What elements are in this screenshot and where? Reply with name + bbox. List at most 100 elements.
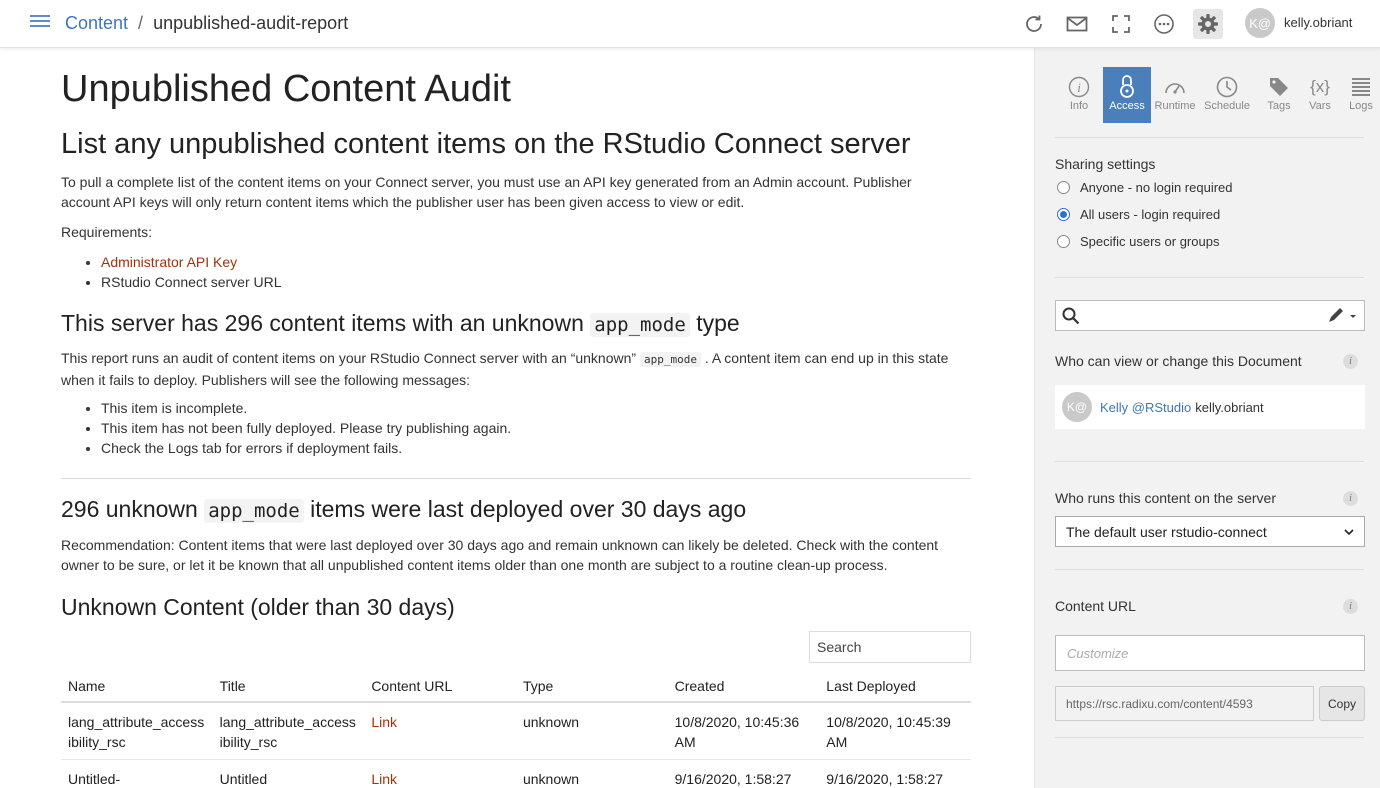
cell-name: lang_attribute_accessibility_rsc [61, 702, 213, 760]
messages-list: This item is incomplete. This item has n… [101, 398, 511, 458]
viewer-username: kelly.obriant [1195, 399, 1264, 415]
column-header[interactable]: Type [515, 668, 668, 703]
settings-sidebar: i Info Access Runtime Schedule Tags {x} … [1034, 48, 1380, 788]
runas-select[interactable]: The default user rstudio-connect [1055, 516, 1365, 547]
column-header[interactable]: Name [61, 668, 213, 703]
divider [1055, 461, 1364, 462]
list-item[interactable]: Administrator API Key [101, 252, 282, 272]
page-title: Unpublished Content Audit [61, 68, 511, 110]
list-item: This item has not been fully deployed. P… [101, 418, 511, 438]
document-pane: Unpublished Content Audit List any unpub… [0, 48, 1034, 788]
tag-icon [1268, 74, 1290, 100]
cell-name: Untitled- [61, 759, 213, 788]
cell-last-deployed: 10/8/2020, 10:45:39 AM [819, 702, 971, 760]
username[interactable]: kelly.obriant [1284, 15, 1352, 30]
cell-last-deployed: 9/16/2020, 1:58:27 [819, 759, 971, 788]
tab-vars[interactable]: {x} Vars [1303, 67, 1337, 123]
table-header-row: Name Title Content URL Type Created Last… [61, 668, 971, 703]
mail-icon[interactable] [1063, 10, 1091, 38]
avatar[interactable]: K@ [1245, 8, 1275, 38]
avatar: K@ [1062, 392, 1092, 422]
sharing-settings-label: Sharing settings [1055, 156, 1156, 172]
tab-info[interactable]: i Info [1055, 67, 1103, 123]
radio-button[interactable] [1057, 208, 1070, 221]
lock-icon [1119, 74, 1135, 100]
column-header[interactable]: Created [667, 668, 820, 703]
divider [1055, 569, 1364, 570]
pencil-dropdown-icon[interactable] [1326, 306, 1358, 326]
column-header[interactable]: Title [212, 668, 365, 703]
svg-text:i: i [1077, 80, 1081, 95]
content-url-field[interactable]: https://rsc.radixu.com/content/4593 [1055, 686, 1314, 721]
tab-logs[interactable]: Logs [1337, 67, 1380, 123]
column-header[interactable]: Last Deployed [819, 668, 971, 703]
info-icon: i [1068, 74, 1090, 100]
content-link[interactable]: Link [371, 771, 397, 787]
viewer-row[interactable]: K@ Kelly @RStudio kelly.obriant [1055, 385, 1365, 429]
tab-tags[interactable]: Tags [1255, 67, 1303, 123]
breadcrumb-content-link[interactable]: Content [65, 13, 128, 33]
radio-button[interactable] [1057, 181, 1070, 194]
customize-url-input[interactable] [1055, 635, 1365, 671]
tab-runtime[interactable]: Runtime [1151, 67, 1199, 123]
refresh-icon[interactable] [1020, 10, 1048, 38]
sharing-option-specific[interactable]: Specific users or groups [1057, 234, 1219, 249]
section-heading: List any unpublished content items on th… [61, 128, 911, 160]
list-item: Check the Logs tab for errors if deploym… [101, 438, 511, 458]
divider [1055, 737, 1364, 738]
search-icon [1062, 307, 1080, 325]
requirements-label: Requirements: [61, 224, 153, 240]
tab-schedule[interactable]: Schedule [1199, 67, 1255, 123]
gear-icon[interactable] [1193, 9, 1223, 39]
chevron-down-icon [1344, 528, 1354, 535]
sharing-option-anyone[interactable]: Anyone - no login required [1057, 180, 1233, 195]
more-icon[interactable] [1150, 10, 1178, 38]
admin-api-key-link[interactable]: Administrator API Key [101, 254, 237, 270]
cell-created: 9/16/2020, 1:58:27 [667, 759, 820, 788]
cell-type: unknown [515, 759, 668, 788]
recommendation-paragraph: Recommendation: Content items that were … [61, 537, 939, 573]
top-bar: Content / unpublished-audit-report K@ kell… [0, 0, 1380, 48]
divider [61, 478, 971, 479]
audit-paragraph: This report runs an audit of content ite… [61, 350, 949, 388]
content-table: Name Title Content URL Type Created Last… [61, 668, 971, 788]
user-search-input[interactable] [1055, 300, 1365, 331]
table-row: lang_attribute_accessibility_rsc lang_at… [61, 702, 971, 760]
column-header[interactable]: Content URL [364, 668, 516, 703]
cell-url: Link [364, 759, 516, 788]
clock-icon [1215, 74, 1239, 100]
info-icon[interactable]: i [1343, 491, 1358, 506]
requirements-list: Administrator API Key RStudio Connect se… [101, 252, 282, 292]
speedometer-icon [1163, 74, 1187, 100]
copy-button[interactable]: Copy [1319, 686, 1365, 721]
runas-label: Who runs this content on the server [1055, 490, 1276, 506]
cell-title: lang_attribute_accessibility_rsc [212, 702, 365, 760]
logs-icon [1352, 74, 1370, 100]
viewer-name[interactable]: Kelly @RStudio [1100, 400, 1191, 415]
cell-created: 10/8/2020, 10:45:36 AM [667, 702, 820, 760]
tab-access[interactable]: Access [1103, 67, 1151, 123]
section-heading: This server has 296 content items with a… [61, 310, 740, 337]
cell-url: Link [364, 702, 516, 760]
settings-tabs: i Info Access Runtime Schedule Tags {x} … [1055, 67, 1380, 123]
table-row: Untitled- Untitled Link unknown 9/16/202… [61, 759, 971, 788]
sharing-option-all-users[interactable]: All users - login required [1057, 207, 1220, 222]
divider [1055, 277, 1364, 278]
cell-type: unknown [515, 702, 668, 760]
menu-icon[interactable] [30, 15, 50, 31]
info-icon[interactable]: i [1343, 599, 1358, 614]
info-icon[interactable]: i [1343, 354, 1358, 369]
cell-title: Untitled [212, 759, 365, 788]
table-heading: Unknown Content (older than 30 days) [61, 594, 455, 620]
breadcrumb-separator: / [138, 13, 144, 33]
search-input[interactable] [809, 631, 971, 663]
content-url-label: Content URL [1055, 598, 1136, 614]
section-heading: 296 unknown app_mode items were last dep… [61, 496, 747, 523]
variable-icon: {x} [1310, 77, 1330, 96]
fullscreen-icon[interactable] [1107, 10, 1135, 38]
list-item: This item is incomplete. [101, 398, 511, 418]
viewers-label: Who can view or change this Document [1055, 353, 1302, 369]
radio-button[interactable] [1057, 235, 1070, 248]
content-link[interactable]: Link [371, 714, 397, 730]
breadcrumb-current: unpublished-audit-report [153, 13, 349, 33]
